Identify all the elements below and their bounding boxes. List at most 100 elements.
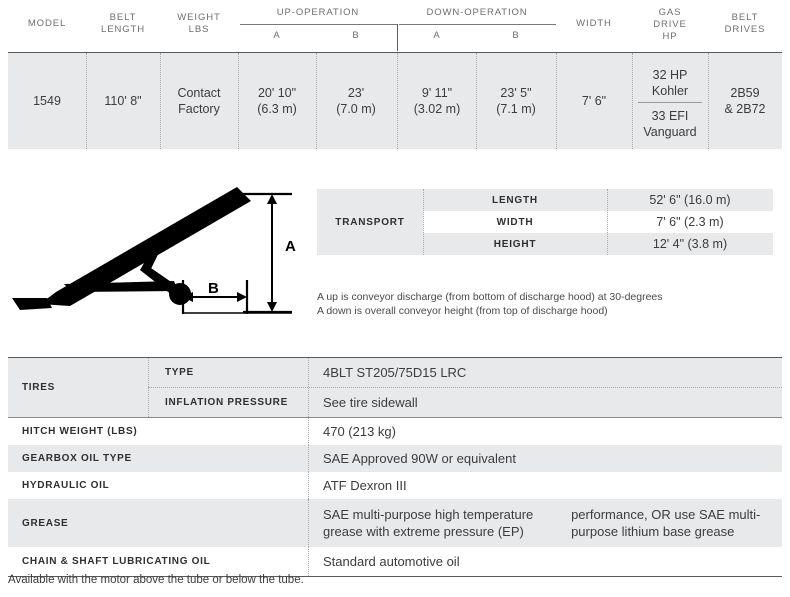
header-belt-drives-line2: DRIVES bbox=[724, 24, 766, 35]
header-width: WIDTH bbox=[576, 18, 612, 29]
header-weight-line2: LBS bbox=[188, 24, 210, 35]
transport-row-value: 12' 4" (3.8 m) bbox=[652, 237, 728, 251]
transport-table: TRANSPORT LENGTH 52' 6" (16.0 m) WIDTH 7… bbox=[317, 189, 773, 255]
header-weight-lbs: WEIGHT LBS bbox=[160, 12, 238, 36]
wheel-shape bbox=[169, 283, 191, 305]
note-line-1: A up is conveyor discharge (from bottom … bbox=[317, 291, 663, 303]
up-operation-rule bbox=[240, 24, 397, 25]
transport-row-name: LENGTH bbox=[492, 194, 538, 206]
spec-table-header: MODEL BELT LENGTH WEIGHT LBS UP-OPERATIO… bbox=[8, 4, 782, 52]
spec-row-value-line1: SAE multi-purpose high temperature greas… bbox=[323, 507, 534, 539]
cell-up-b-line1: 23' bbox=[347, 86, 365, 100]
spec-table-row: 1549 110' 8" Contact Factory 20' 10" (6.… bbox=[8, 52, 782, 149]
header-down-operation: DOWN-OPERATION bbox=[426, 7, 528, 18]
header-down-b: B bbox=[512, 30, 520, 41]
cell-gas-1-line1: 32 HP bbox=[652, 68, 688, 82]
tires-row: TIRES TYPE 4BLT ST205/75D15 LRC INFLATIO… bbox=[8, 358, 782, 418]
tires-type-label: TYPE bbox=[148, 358, 308, 387]
tires-inflation-pressure-value: See tire sidewall bbox=[308, 388, 782, 417]
tires-subrows: TYPE 4BLT ST205/75D15 LRC INFLATION PRES… bbox=[148, 358, 782, 417]
diagram-notes: A up is conveyor discharge (from bottom … bbox=[317, 290, 663, 318]
spec-row-key: GEARBOX OIL TYPE bbox=[22, 453, 132, 464]
cell-up-b-line2: (7.0 m) bbox=[336, 102, 376, 116]
transport-row-value: 52' 6" (16.0 m) bbox=[649, 193, 731, 207]
spec-row-key: CHAIN & SHAFT LUBRICATING OIL bbox=[22, 556, 211, 567]
cell-gas-2-line1: 33 EFI bbox=[651, 109, 689, 123]
spec-row-gearbox-oil-type: GEARBOX OIL TYPE SAE Approved 90W or equ… bbox=[8, 445, 782, 472]
spec-row-value: Standard automotive oil bbox=[308, 547, 782, 576]
spec-row-value: ATF Dexron III bbox=[308, 472, 782, 499]
dimension-a-label: A bbox=[285, 238, 296, 255]
tires-type-value: 4BLT ST205/75D15 LRC bbox=[308, 358, 782, 387]
header-up-b: B bbox=[352, 30, 360, 41]
spec-row-hitch-weight: HITCH WEIGHT (LBS) 470 (213 kg) bbox=[8, 418, 782, 445]
tires-subrow-inflation-pressure: INFLATION PRESSURE See tire sidewall bbox=[148, 387, 782, 417]
cell-up-b: 23' (7.0 m) bbox=[316, 85, 396, 117]
header-up-operation: UP-OPERATION bbox=[276, 7, 360, 18]
header-belt-length-line2: LENGTH bbox=[101, 24, 145, 35]
conveyor-diagram: A B bbox=[0, 180, 310, 320]
header-belt-drives: BELT DRIVES bbox=[708, 12, 782, 36]
conveyor-hopper-shape bbox=[12, 298, 52, 310]
page-footnote: Available with the motor above the tube … bbox=[8, 574, 304, 586]
header-belt-drives-line1: BELT bbox=[731, 12, 759, 23]
cell-belt-drives-line1: 2B59 bbox=[730, 86, 760, 100]
tires-label: TIRES bbox=[22, 382, 55, 393]
transport-row: LENGTH 52' 6" (16.0 m) bbox=[423, 189, 773, 211]
transport-row-name: HEIGHT bbox=[493, 238, 537, 250]
transport-column-divider bbox=[423, 189, 424, 255]
transport-row: HEIGHT 12' 4" (3.8 m) bbox=[423, 233, 773, 255]
spec-row-key: GREASE bbox=[22, 517, 69, 529]
transport-row-value: 7' 6" (2.3 m) bbox=[656, 215, 724, 229]
cell-gas-2-line2: Vanguard bbox=[643, 125, 697, 139]
spec-row-value-line2: performance, OR use SAE multi-purpose li… bbox=[571, 507, 761, 539]
header-gas-line1: GAS bbox=[658, 7, 682, 18]
header-belt-length-line1: BELT bbox=[109, 12, 137, 23]
transport-row-name: WIDTH bbox=[496, 216, 534, 228]
cell-up-a-line2: (6.3 m) bbox=[257, 102, 297, 116]
dimension-a-arrow-up bbox=[267, 194, 277, 204]
note-line-2: A down is overall conveyor height (from … bbox=[317, 305, 608, 317]
header-weight-line1: WEIGHT bbox=[177, 12, 221, 23]
dimension-b-arrow-right bbox=[237, 292, 247, 302]
header-belt-length: BELT LENGTH bbox=[86, 12, 160, 36]
cell-down-b-line1: 23' 5" bbox=[500, 86, 532, 100]
dimension-a-arrow-down bbox=[267, 302, 277, 312]
spec-row-value: 470 (213 kg) bbox=[308, 418, 782, 445]
cell-down-b: 23' 5" (7.1 m) bbox=[476, 85, 556, 117]
cell-gas-drive-option-1: 32 HP Kohler bbox=[632, 67, 708, 99]
cell-belt-drives-line2: & 2B72 bbox=[724, 102, 766, 116]
tires-inflation-pressure-label: INFLATION PRESSURE bbox=[148, 388, 308, 417]
transport-row: WIDTH 7' 6" (2.3 m) bbox=[423, 211, 773, 233]
header-gas-drive-hp: GAS DRIVE HP bbox=[632, 7, 708, 43]
cell-up-a-line1: 20' 10" bbox=[257, 86, 297, 100]
cell-up-a: 20' 10" (6.3 m) bbox=[238, 85, 316, 117]
spec-row-key: HITCH WEIGHT (LBS) bbox=[22, 426, 138, 437]
cell-weight-line2: Factory bbox=[178, 102, 220, 116]
cell-down-a-line1: 9' 11" bbox=[421, 86, 453, 100]
dimension-b-label: B bbox=[208, 280, 219, 297]
spec-row-value: SAE multi-purpose high temperature greas… bbox=[308, 499, 782, 547]
cell-weight-lbs: Contact Factory bbox=[160, 85, 238, 117]
header-gas-line3: HP bbox=[662, 31, 678, 42]
cell-down-a-line2: (3.02 m) bbox=[413, 102, 461, 116]
cell-down-a: 9' 11" (3.02 m) bbox=[398, 85, 476, 117]
cell-width: 7' 6" bbox=[581, 94, 607, 108]
header-down-a: A bbox=[433, 30, 441, 41]
cell-gas-drive-option-2: 33 EFI Vanguard bbox=[632, 108, 708, 140]
header-model: MODEL bbox=[27, 18, 67, 29]
service-specifications-table: TIRES TYPE 4BLT ST205/75D15 LRC INFLATIO… bbox=[8, 357, 782, 577]
cell-model: 1549 bbox=[33, 94, 61, 108]
header-up-a: A bbox=[273, 30, 281, 41]
specifications-table: MODEL BELT LENGTH WEIGHT LBS UP-OPERATIO… bbox=[8, 4, 782, 149]
spec-row-key: HYDRAULIC OIL bbox=[22, 480, 110, 491]
transport-column-divider bbox=[607, 189, 608, 255]
cell-belt-length: 110' 8" bbox=[104, 94, 142, 108]
cell-belt-drives: 2B59 & 2B72 bbox=[708, 85, 782, 117]
header-gas-line2: DRIVE bbox=[653, 19, 687, 30]
cell-gas-1-line2: Kohler bbox=[651, 84, 689, 98]
cell-weight-line1: Contact bbox=[177, 86, 221, 100]
spec-row-hydraulic-oil: HYDRAULIC OIL ATF Dexron III bbox=[8, 472, 782, 499]
conveyor-diagram-svg: A B bbox=[12, 187, 296, 314]
gas-drive-option-divider bbox=[638, 102, 702, 103]
